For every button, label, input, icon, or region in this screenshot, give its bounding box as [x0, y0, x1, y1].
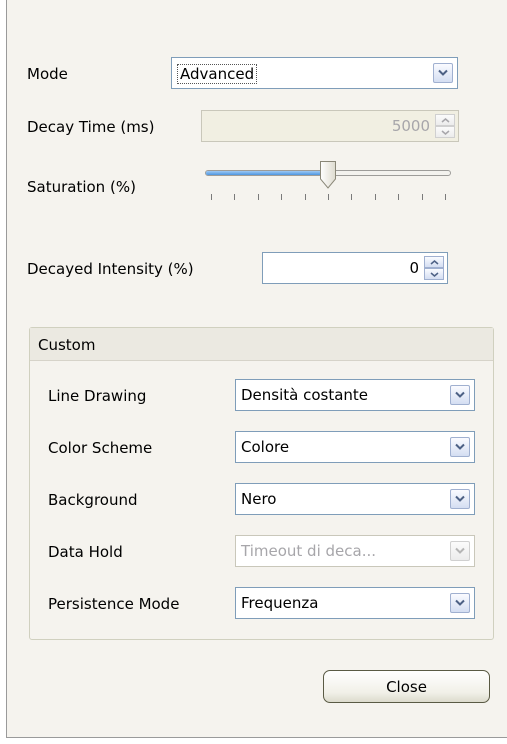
saturation-tick: [328, 194, 329, 200]
line-drawing-dropdown[interactable]: Densità costante: [235, 379, 475, 411]
saturation-tick: [234, 194, 235, 200]
arrow-down-icon[interactable]: [424, 268, 444, 280]
decay-time-label: Decay Time (ms): [27, 118, 155, 136]
mode-dropdown[interactable]: Advanced: [171, 57, 458, 89]
data-hold-value: Timeout di deca...: [241, 542, 376, 560]
arrow-down-icon[interactable]: [435, 126, 455, 138]
persistence-mode-value: Frequenza: [241, 594, 319, 612]
arrow-up-icon[interactable]: [424, 256, 444, 268]
saturation-tick: [281, 194, 282, 200]
persistence-mode-dropdown[interactable]: Frequenza: [235, 587, 475, 619]
background-value: Nero: [241, 490, 277, 508]
data-hold-label: Data Hold: [48, 543, 123, 561]
close-button[interactable]: Close: [323, 670, 490, 703]
decayed-intensity-value: 0: [409, 259, 419, 277]
background-label: Background: [48, 491, 138, 509]
line-drawing-value: Densità costante: [241, 386, 369, 404]
custom-group-header: Custom: [30, 328, 493, 361]
chevron-down-icon[interactable]: [450, 541, 470, 561]
mode-value: Advanced: [177, 64, 258, 84]
color-scheme-value: Colore: [241, 438, 290, 456]
decayed-intensity-spinbox[interactable]: 0: [262, 252, 448, 284]
persistence-dialog: Mode Advanced Decay Time (ms) 5000 Satur…: [6, 0, 507, 738]
color-scheme-dropdown[interactable]: Colore: [235, 431, 475, 463]
decayed-intensity-label: Decayed Intensity (%): [27, 260, 194, 278]
chevron-down-icon[interactable]: [450, 437, 470, 457]
chevron-down-icon[interactable]: [450, 385, 470, 405]
saturation-tick: [422, 194, 423, 200]
custom-group: Custom Line Drawing Densità costante Col…: [29, 327, 494, 640]
persistence-mode-label: Persistence Mode: [48, 595, 180, 613]
color-scheme-label: Color Scheme: [48, 439, 153, 457]
saturation-tick: [398, 194, 399, 200]
arrow-up-icon[interactable]: [435, 114, 455, 126]
saturation-slider-thumb[interactable]: [319, 160, 337, 190]
decay-time-spinbox[interactable]: 5000: [201, 110, 459, 142]
custom-group-title: Custom: [38, 336, 96, 354]
chevron-down-icon[interactable]: [450, 489, 470, 509]
saturation-tick: [351, 194, 352, 200]
saturation-tick: [258, 194, 259, 200]
saturation-tick: [445, 194, 446, 200]
mode-label: Mode: [27, 65, 68, 83]
chevron-down-icon[interactable]: [433, 63, 453, 83]
saturation-slider-fill: [206, 171, 329, 175]
saturation-tick: [211, 194, 212, 200]
decay-time-value: 5000: [391, 117, 430, 135]
chevron-down-icon[interactable]: [450, 593, 470, 613]
saturation-tick: [305, 194, 306, 200]
background-dropdown[interactable]: Nero: [235, 483, 475, 515]
saturation-label: Saturation (%): [27, 178, 136, 196]
saturation-tick: [375, 194, 376, 200]
line-drawing-label: Line Drawing: [48, 387, 147, 405]
data-hold-dropdown[interactable]: Timeout di deca...: [235, 535, 475, 567]
